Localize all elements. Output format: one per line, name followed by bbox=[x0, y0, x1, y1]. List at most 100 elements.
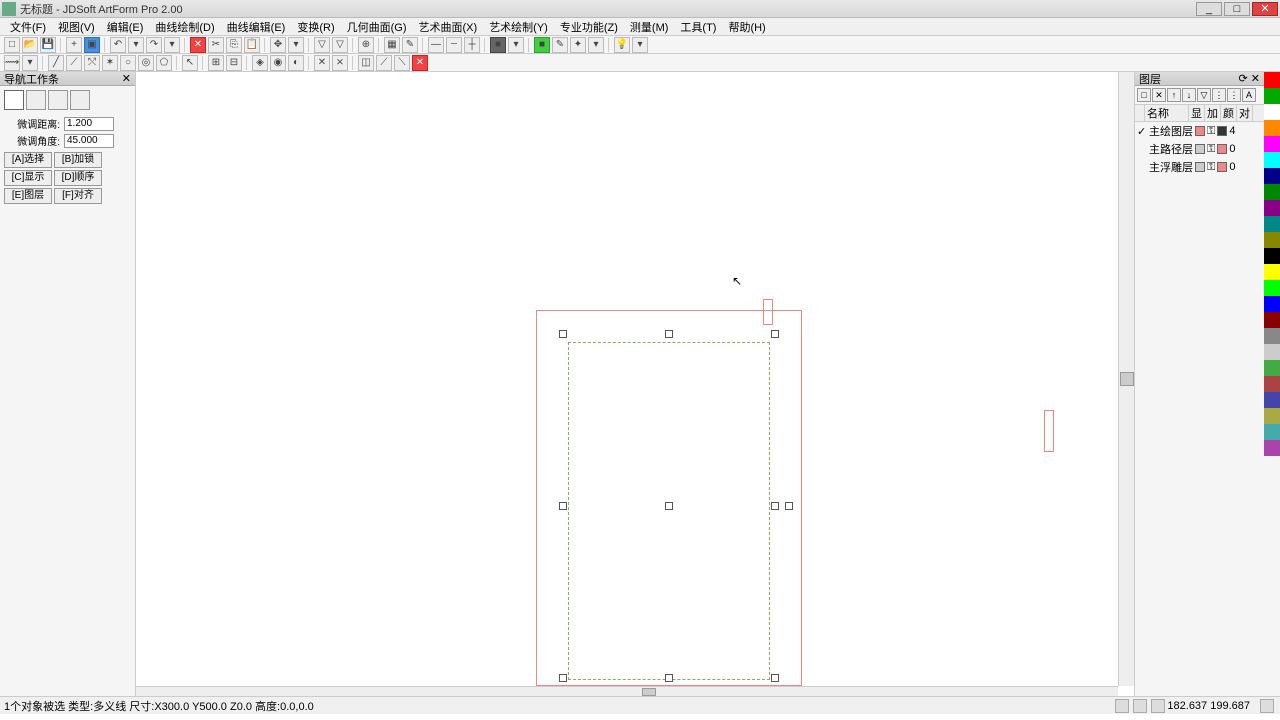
layer-up-btn[interactable]: ↑ bbox=[1167, 88, 1181, 102]
menu-transform[interactable]: 变换(R) bbox=[291, 19, 340, 35]
wand-drop-icon[interactable]: ▾ bbox=[588, 37, 604, 53]
color-swatch[interactable] bbox=[1264, 168, 1280, 184]
color-swatch[interactable] bbox=[1264, 264, 1280, 280]
handle-mr2[interactable] bbox=[785, 502, 793, 510]
tool-3d1-icon[interactable]: ◈ bbox=[252, 55, 268, 71]
tool-arrow-icon[interactable]: ↖ bbox=[182, 55, 198, 71]
pencil2-icon[interactable]: ✎ bbox=[552, 37, 568, 53]
color-icon[interactable]: ■ bbox=[534, 37, 550, 53]
tool-3d3-icon[interactable]: ◐ bbox=[288, 55, 304, 71]
menu-curve-draw[interactable]: 曲线绘制(D) bbox=[149, 19, 220, 35]
color-swatch[interactable] bbox=[1264, 120, 1280, 136]
color-swatch[interactable] bbox=[1264, 136, 1280, 152]
undo-icon[interactable]: ↶ bbox=[110, 37, 126, 53]
layer-new-btn[interactable]: □ bbox=[1137, 88, 1151, 102]
scrollbar-horizontal[interactable] bbox=[136, 686, 1118, 696]
color-swatch[interactable] bbox=[1264, 408, 1280, 424]
menu-file[interactable]: 文件(F) bbox=[4, 19, 52, 35]
color-swatch[interactable] bbox=[1264, 152, 1280, 168]
menu-edit[interactable]: 编辑(E) bbox=[101, 19, 150, 35]
redo-drop-icon[interactable]: ▾ bbox=[164, 37, 180, 53]
tool-dim2-icon[interactable]: ⟋ bbox=[376, 55, 392, 71]
status-icon-2[interactable] bbox=[1133, 699, 1147, 713]
handle-bc[interactable] bbox=[665, 674, 673, 682]
layer-swatch[interactable] bbox=[1195, 144, 1205, 154]
color-swatch[interactable] bbox=[1264, 88, 1280, 104]
menu-art-surface[interactable]: 艺术曲面(X) bbox=[413, 19, 484, 35]
new-icon[interactable]: □ bbox=[4, 37, 20, 53]
move-drop-icon[interactable]: ▾ bbox=[288, 37, 304, 53]
layer-row[interactable]: 主浮雕层⚿0 bbox=[1135, 158, 1264, 176]
color-swatch[interactable] bbox=[1264, 344, 1280, 360]
delete-icon[interactable]: ✕ bbox=[190, 37, 206, 53]
layer-color[interactable] bbox=[1217, 144, 1227, 154]
tool-line-icon[interactable]: ╱ bbox=[48, 55, 64, 71]
color-swatch[interactable] bbox=[1264, 200, 1280, 216]
menu-help[interactable]: 帮助(H) bbox=[722, 19, 771, 35]
layer-more1-btn[interactable]: ⋮ bbox=[1212, 88, 1226, 102]
handle-tc[interactable] bbox=[665, 330, 673, 338]
left-tab-1[interactable] bbox=[4, 90, 24, 110]
tool-x2-icon[interactable]: ⨯ bbox=[332, 55, 348, 71]
btn-layer[interactable]: [E]图层 bbox=[4, 188, 52, 204]
layer-lock-icon[interactable]: ⚿ bbox=[1207, 125, 1215, 138]
layer-color[interactable] bbox=[1217, 126, 1227, 136]
tool-x1-icon[interactable]: ✕ bbox=[314, 55, 330, 71]
status-icon-1[interactable] bbox=[1115, 699, 1129, 713]
layer-filter-btn[interactable]: ▽ bbox=[1197, 88, 1211, 102]
btn-align[interactable]: [F]对齐 bbox=[54, 188, 102, 204]
layer-color[interactable] bbox=[1217, 162, 1227, 172]
layer-text-btn[interactable]: A bbox=[1242, 88, 1256, 102]
globe-icon[interactable]: ⊕ bbox=[358, 37, 374, 53]
status-icon-4[interactable] bbox=[1260, 699, 1274, 713]
minimize-button[interactable]: _ bbox=[1196, 2, 1222, 16]
btn-show[interactable]: [C]显示 bbox=[4, 170, 52, 186]
color-swatch[interactable] bbox=[1264, 216, 1280, 232]
color-swatch[interactable] bbox=[1264, 312, 1280, 328]
layer-swatch[interactable] bbox=[1195, 162, 1205, 172]
tool-grid2-icon[interactable]: ⊟ bbox=[226, 55, 242, 71]
cone2-icon[interactable]: ▽ bbox=[332, 37, 348, 53]
wand-icon[interactable]: ✦ bbox=[570, 37, 586, 53]
redo-icon[interactable]: ↷ bbox=[146, 37, 162, 53]
move-icon[interactable]: ✥ bbox=[270, 37, 286, 53]
handle-mr[interactable] bbox=[771, 502, 779, 510]
close-button[interactable]: ✕ bbox=[1252, 2, 1278, 16]
color-swatch[interactable] bbox=[1264, 280, 1280, 296]
layer-panel-pin-icon[interactable]: ⟳ bbox=[1239, 73, 1248, 85]
layer-row[interactable]: ✓主绘图层⚿4 bbox=[1135, 122, 1264, 140]
tool-dim1-icon[interactable]: ◫ bbox=[358, 55, 374, 71]
handle-mc[interactable] bbox=[665, 502, 673, 510]
tool-1-icon[interactable]: ⟿ bbox=[4, 55, 20, 71]
layer-check-icon[interactable]: ✓ bbox=[1137, 125, 1147, 138]
tool-3d2-icon[interactable]: ◉ bbox=[270, 55, 286, 71]
color-swatch[interactable] bbox=[1264, 392, 1280, 408]
color-swatch[interactable] bbox=[1264, 328, 1280, 344]
undo-drop-icon[interactable]: ▾ bbox=[128, 37, 144, 53]
small-rect-top[interactable] bbox=[763, 299, 773, 325]
tool-circ2-icon[interactable]: ◎ bbox=[138, 55, 154, 71]
open-icon[interactable]: 📂 bbox=[22, 37, 38, 53]
menu-art-draw[interactable]: 艺术绘制(Y) bbox=[483, 19, 554, 35]
status-icon-3[interactable] bbox=[1151, 699, 1165, 713]
angle-input[interactable] bbox=[64, 134, 114, 148]
color-swatch[interactable] bbox=[1264, 424, 1280, 440]
handle-tr[interactable] bbox=[771, 330, 779, 338]
layer-lock-icon[interactable]: ⚿ bbox=[1207, 161, 1215, 174]
btn-select[interactable]: [A]选择 bbox=[4, 152, 52, 168]
color-swatch[interactable] bbox=[1264, 104, 1280, 120]
paste-icon[interactable]: 📋 bbox=[244, 37, 260, 53]
small-rect-right[interactable] bbox=[1044, 410, 1054, 452]
left-tab-3[interactable] bbox=[48, 90, 68, 110]
canvas-area[interactable]: ↖ bbox=[136, 72, 1134, 696]
dist-input[interactable] bbox=[64, 117, 114, 131]
cone1-icon[interactable]: ▽ bbox=[314, 37, 330, 53]
menu-geom-surface[interactable]: 几何曲面(G) bbox=[341, 19, 413, 35]
maximize-button[interactable]: □ bbox=[1224, 2, 1250, 16]
pencil-icon[interactable]: ✎ bbox=[402, 37, 418, 53]
color-swatch[interactable] bbox=[1264, 248, 1280, 264]
handle-ml[interactable] bbox=[559, 502, 567, 510]
grid-icon[interactable]: ▦ bbox=[384, 37, 400, 53]
fill-drop-icon[interactable]: ▾ bbox=[508, 37, 524, 53]
handle-br[interactable] bbox=[771, 674, 779, 682]
